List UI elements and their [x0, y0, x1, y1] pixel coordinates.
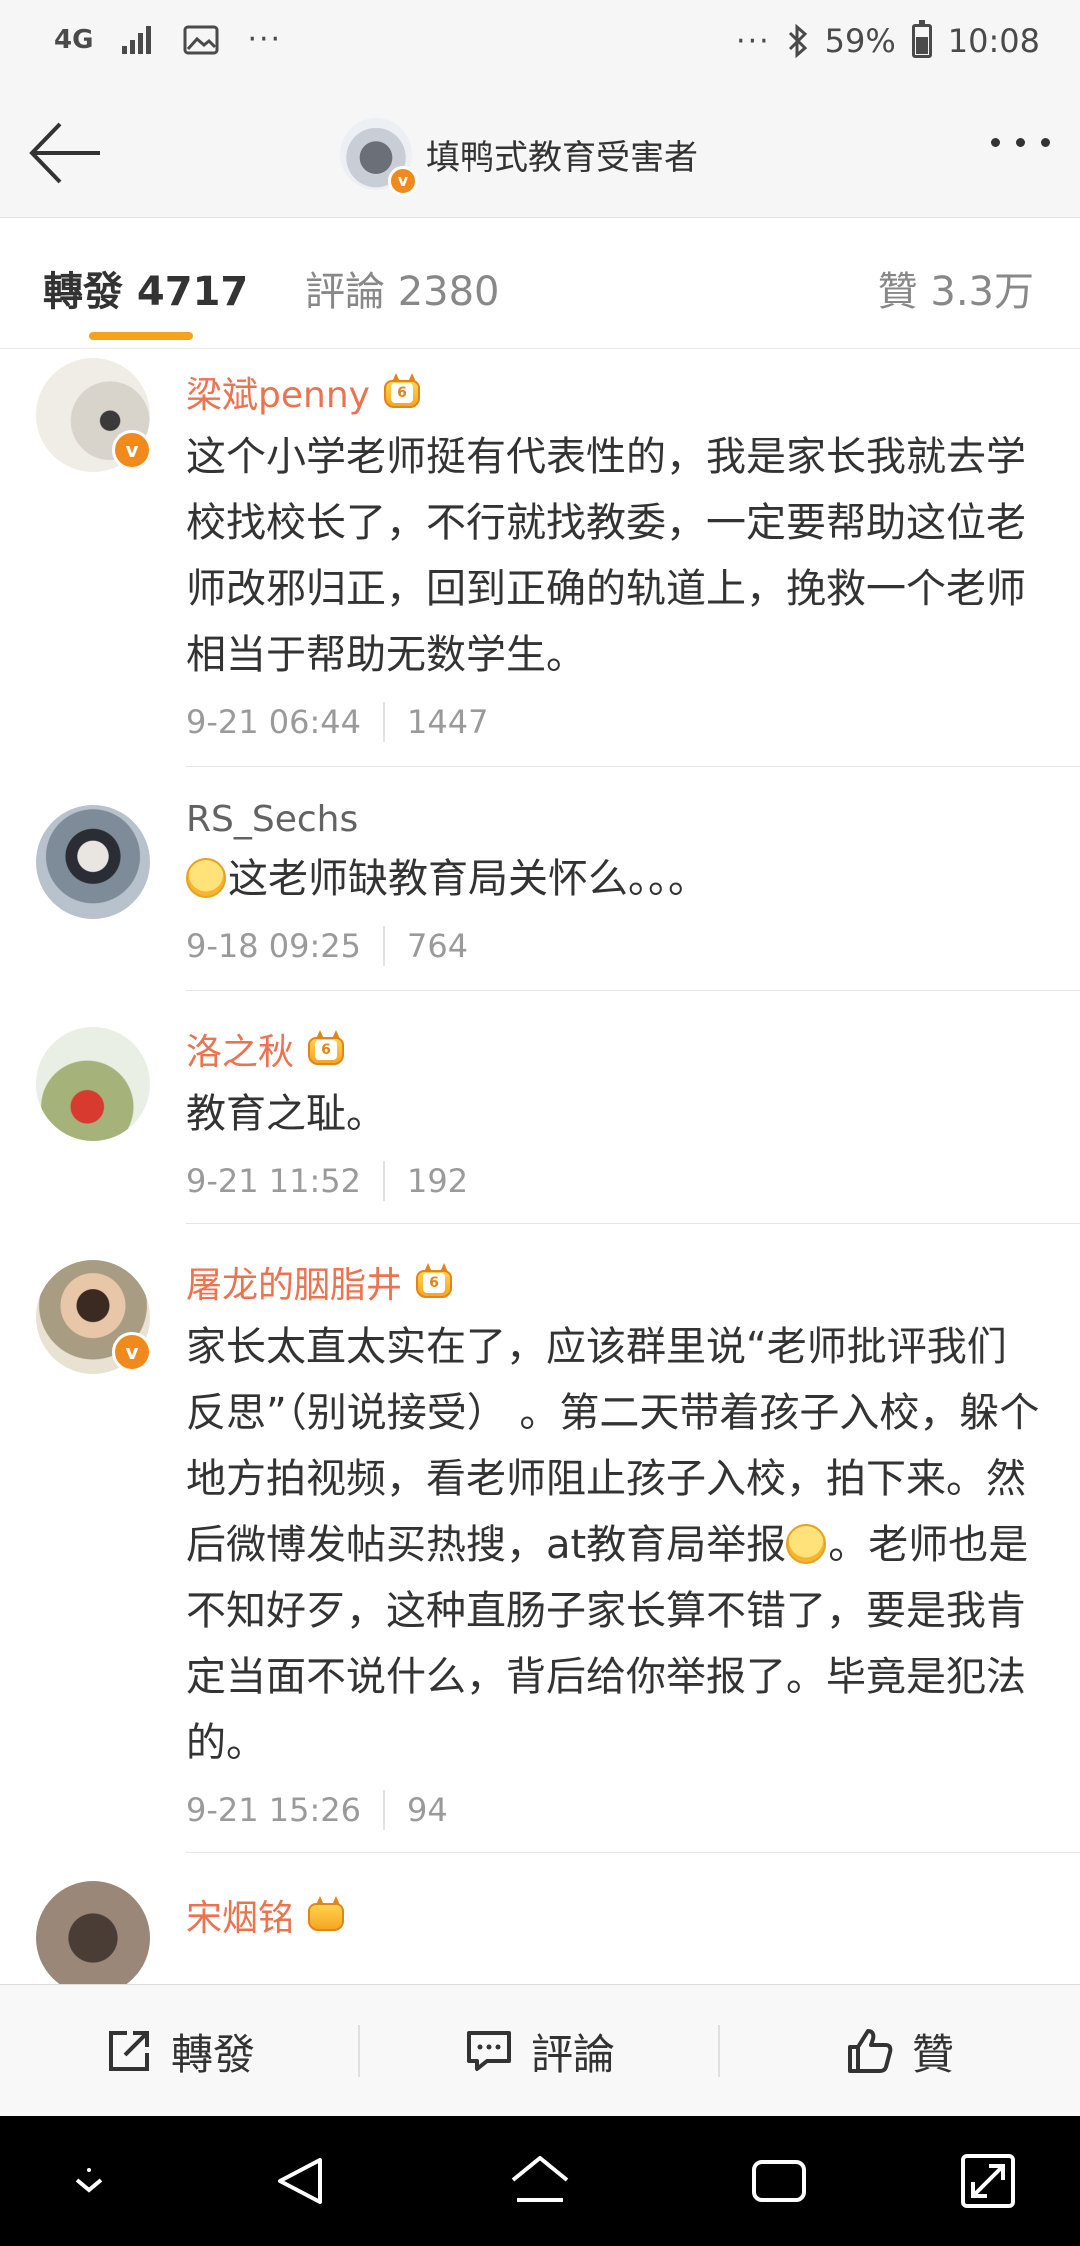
meta-divider [383, 702, 386, 742]
avatar[interactable]: v [36, 1260, 152, 1374]
back-triangle-icon[interactable] [268, 2148, 334, 2214]
vip-crown-icon [304, 1895, 348, 1935]
comment-list[interactable]: v 梁斌penny 6 这个小学老师挺有代表性的，我是家长我就去学校找校长了，不… [0, 350, 1080, 1984]
like-button[interactable]: 贊 [720, 1985, 1080, 2117]
list-item[interactable]: 洛之秋 6 教育之耻。 9-21 11:52 192 [0, 991, 1080, 1223]
list-item[interactable]: v 屠龙的胭脂井 6 家长太直太实在了，应该群里说“老师批评我们反思”（别说接受… [0, 1224, 1080, 1852]
comment-time: 9-21 11:52 [186, 1162, 362, 1200]
vip-crown-icon: 6 [380, 372, 424, 412]
username[interactable]: 宋烟铭 [186, 1889, 294, 1941]
status-bar: 4G ··· ··· 59% 10:08 [0, 0, 1080, 90]
repost-icon [108, 2031, 149, 2071]
repost-label: 轉發 [170, 2029, 255, 2079]
bottom-action-bar: 轉發 評論 贊 [0, 1984, 1080, 2116]
like-count[interactable]: 192 [407, 1162, 468, 1200]
bluetooth-icon [788, 24, 807, 58]
comment-time: 9-18 09:25 [186, 927, 362, 965]
notification-more: ··· [247, 22, 283, 57]
verified-badge-icon: v [388, 166, 418, 196]
thumbs-up-icon [847, 2029, 893, 2073]
status-more: ··· [736, 23, 771, 59]
tab-repost[interactable]: 轉發 4717 [43, 259, 248, 317]
comment-text: 这老师缺教育局关怀么。。。 [228, 856, 708, 902]
page-title: 填鸭式教育受害者 [426, 137, 698, 178]
recent-apps-icon[interactable] [746, 2148, 812, 2214]
username[interactable]: 洛之秋 [186, 1023, 294, 1075]
comment-icon [466, 2031, 511, 2071]
battery-percent: 59% [824, 22, 896, 60]
meta-divider [383, 1161, 386, 1201]
list-item[interactable]: 宋烟铭 [0, 1853, 1080, 1984]
like-count[interactable]: 94 [407, 1791, 448, 1829]
yum-emoji-icon [786, 1524, 827, 1564]
home-icon[interactable] [507, 2148, 573, 2214]
like-count[interactable]: 764 [407, 927, 468, 965]
username[interactable]: RS_Sechs [186, 799, 358, 840]
gallery-icon [183, 25, 219, 54]
verified-badge-icon: v [112, 430, 152, 470]
active-tab-indicator [89, 332, 193, 340]
like-label: 贊 [911, 2029, 954, 2079]
comment-text: 教育之耻。 [186, 1091, 386, 1137]
more-dots-icon[interactable] [991, 138, 1050, 147]
battery-icon [911, 20, 932, 58]
list-item[interactable]: RS_Sechs 这老师缺教育局关怀么。。。 9-18 09:25 764 [0, 767, 1080, 990]
expand-icon[interactable] [955, 2148, 1021, 2214]
tab-bar: 轉發 4717 評論 2380 贊 3.3万 [0, 219, 1080, 349]
comment-time: 9-21 15:26 [186, 1791, 362, 1829]
network-type: 4G [54, 24, 94, 55]
smirk-emoji-icon [186, 858, 226, 898]
username[interactable]: 梁斌penny [186, 366, 370, 418]
avatar[interactable] [36, 1881, 150, 1984]
meta-divider [383, 926, 386, 966]
system-navigation-bar [0, 2116, 1080, 2246]
comment-time: 9-21 06:44 [186, 703, 362, 741]
chevron-down-icon[interactable] [56, 2148, 122, 2214]
vip-crown-icon: 6 [304, 1029, 348, 1069]
list-item[interactable]: v 梁斌penny 6 这个小学老师挺有代表性的，我是家长我就去学校找校长了，不… [0, 350, 1080, 766]
top-nav: v 填鸭式教育受害者 [0, 90, 1080, 218]
tab-like[interactable]: 贊 3.3万 [878, 259, 1034, 317]
comment-label: 評論 [530, 2029, 615, 2079]
comment-text: 这个小学老师挺有代表性的，我是家长我就去学校找校长了，不行就找教委，一定要帮助这… [186, 434, 1026, 678]
avatar[interactable]: v [340, 118, 418, 196]
vip-crown-icon: 6 [412, 1262, 456, 1302]
repost-button[interactable]: 轉發 [0, 1985, 360, 2117]
meta-divider [383, 1790, 386, 1830]
comment-button[interactable]: 評論 [360, 1985, 720, 2117]
profile-header[interactable]: v 填鸭式教育受害者 [340, 118, 698, 196]
verified-badge-icon: v [112, 1332, 152, 1372]
tab-comment[interactable]: 評論 2380 [305, 259, 500, 317]
avatar[interactable]: v [36, 358, 152, 472]
signal-icon [122, 25, 152, 54]
clock: 10:08 [947, 22, 1040, 60]
username[interactable]: 屠龙的胭脂井 [186, 1256, 402, 1308]
like-count[interactable]: 1447 [407, 703, 488, 741]
avatar[interactable] [36, 805, 150, 919]
back-arrow-icon[interactable] [28, 120, 104, 186]
avatar[interactable] [36, 1027, 150, 1141]
